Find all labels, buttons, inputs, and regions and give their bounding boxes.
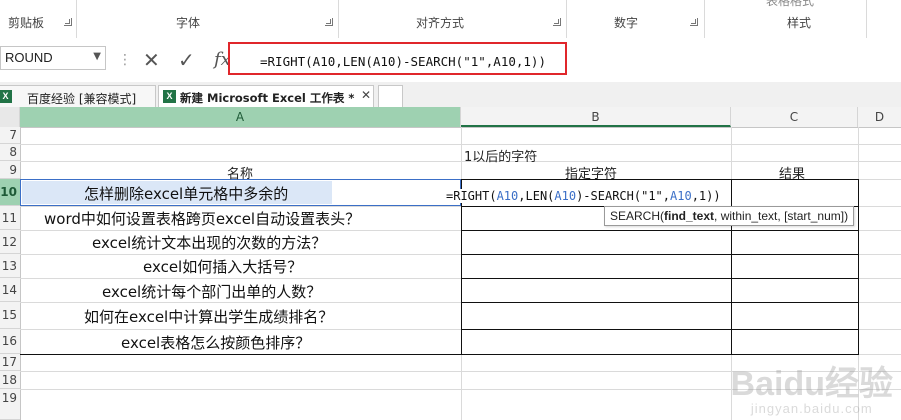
number-dialog-launcher-icon[interactable]	[690, 18, 698, 26]
ribbon-group-bar: 剪贴板 字体 对齐方式 数字 表格格式 样式	[0, 0, 901, 41]
row-header-9[interactable]: 9	[0, 161, 20, 179]
watermark-logo: Baidu经验 jingyan.baidu.com	[731, 367, 893, 416]
divider	[866, 0, 867, 38]
row-header-16[interactable]: 16	[0, 329, 20, 354]
new-tab-button[interactable]	[378, 85, 403, 107]
tooltip-current-arg[interactable]: find_text	[664, 209, 714, 223]
clipboard-dialog-launcher-icon[interactable]	[64, 18, 72, 26]
cell-b10-editor[interactable]: =RIGHT(A10,LEN(A10)-SEARCH("1",A10,1))	[446, 189, 721, 203]
tab-new-workbook[interactable]: X 新建 Microsoft Excel 工作表 * ✕	[158, 85, 374, 107]
column-header-b[interactable]: B	[461, 107, 731, 127]
row-header-19[interactable]: 19	[0, 389, 20, 420]
formula-part: =RIGHT(	[446, 189, 497, 203]
row-header-12[interactable]: 12	[0, 230, 20, 254]
close-icon[interactable]: ✕	[361, 88, 371, 102]
chevron-down-icon[interactable]: ▼	[93, 51, 101, 62]
row-header-14[interactable]: 14	[0, 278, 20, 302]
table-border	[461, 179, 462, 354]
watermark-brand: Baidu经验	[730, 365, 893, 403]
select-all-corner[interactable]	[0, 107, 20, 127]
table-border	[461, 254, 859, 255]
cell-a10[interactable]: 怎样删除excel单元格中多余的	[84, 183, 288, 204]
row-header-15[interactable]: 15	[0, 302, 20, 329]
clipboard-group-label: 剪贴板	[8, 16, 45, 30]
cell-a14[interactable]: excel统计每个部门出单的人数？	[102, 281, 321, 302]
column-header-d[interactable]: D	[858, 107, 901, 127]
workbook-tab-strip: X 百度经验 [兼容模式] X 新建 Microsoft Excel 工作表 *…	[0, 82, 901, 108]
formula-text: =RIGHT(A10,LEN(A10)-SEARCH("1",A10,1))	[260, 54, 546, 69]
cell-a16[interactable]: excel表格怎么按颜色排序？	[121, 332, 310, 353]
cell-a9[interactable]: 名称	[227, 163, 253, 182]
formula-part: ,1))	[691, 189, 721, 203]
table-border	[20, 354, 859, 355]
divider	[338, 0, 339, 38]
divider	[566, 0, 567, 38]
table-border	[461, 302, 859, 303]
enter-icon[interactable]: ✓	[178, 48, 195, 72]
cell-reference: A10	[554, 189, 577, 203]
divider	[76, 0, 77, 38]
column-header-row: A B C D	[0, 107, 901, 128]
cell-a11[interactable]: word中如何设置表格跨页excel自动设置表头？	[44, 208, 360, 229]
cell-b9[interactable]: 指定字符	[565, 163, 617, 182]
excel-icon: X	[0, 90, 12, 103]
watermark-url: jingyan.baidu.com	[750, 401, 873, 416]
name-box-value: ROUND	[5, 50, 53, 65]
column-header-c[interactable]: C	[731, 107, 858, 127]
row-header-18[interactable]: 18	[0, 371, 20, 389]
cell-a15[interactable]: 如何在excel中计算出学生成绩排名？	[84, 306, 333, 327]
row-header-7[interactable]: 7	[0, 127, 20, 144]
cell-reference: A10	[496, 189, 519, 203]
formula-input[interactable]: =RIGHT(A10,LEN(A10)-SEARCH("1",A10,1))	[228, 42, 567, 75]
grip-icon[interactable]: ⋮	[118, 52, 132, 68]
row-header-13[interactable]: 13	[0, 254, 20, 278]
tab-baidu-jingyan[interactable]: X 百度经验 [兼容模式]	[0, 85, 156, 107]
row-header-8[interactable]: 8	[0, 144, 20, 161]
table-border	[461, 329, 859, 330]
row-header-10[interactable]: 10	[0, 179, 20, 206]
row-header-11[interactable]: 11	[0, 206, 20, 230]
tooltip-other-args: , within_text, [start_num])	[714, 209, 849, 223]
table-border	[461, 230, 859, 231]
table-format-label[interactable]: 表格格式	[766, 0, 814, 9]
row-header-17[interactable]: 17	[0, 354, 20, 371]
excel-icon: X	[163, 90, 176, 103]
formula-part: ,LEN(	[518, 189, 555, 203]
alignment-group-label: 对齐方式	[416, 16, 465, 30]
formula-part: )-SEARCH("1",	[576, 189, 670, 203]
cancel-icon[interactable]: ✕	[143, 48, 160, 72]
cell-a12[interactable]: excel统计文本出现的次数的方法？	[92, 232, 326, 253]
column-header-a[interactable]: A	[20, 107, 461, 127]
font-dialog-launcher-icon[interactable]	[325, 18, 333, 26]
tab-label: 百度经验 [兼容模式]	[27, 92, 137, 106]
alignment-dialog-launcher-icon[interactable]	[553, 18, 561, 26]
table-border	[461, 278, 859, 279]
cell-reference: A10	[670, 189, 692, 203]
font-group-label: 字体	[176, 16, 201, 30]
function-argument-tooltip[interactable]: SEARCH(find_text, within_text, [start_nu…	[604, 206, 855, 226]
styles-group-label: 样式	[787, 16, 812, 30]
cell-b8[interactable]: 1以后的字符	[464, 146, 537, 165]
table-border	[858, 179, 859, 354]
number-group-label: 数字	[614, 16, 639, 30]
name-box[interactable]: ROUND ▼	[0, 46, 106, 70]
formula-bar: ROUND ▼ ⋮ ✕ ✓ fx =RIGHT(A10,LEN(A10)-SEA…	[0, 40, 901, 83]
divider	[704, 0, 705, 38]
tooltip-function[interactable]: SEARCH(	[610, 209, 664, 223]
cell-a13[interactable]: excel如何插入大括号？	[143, 256, 302, 277]
cell-c9[interactable]: 结果	[779, 163, 805, 182]
tab-label: 新建 Microsoft Excel 工作表 *	[180, 91, 355, 105]
